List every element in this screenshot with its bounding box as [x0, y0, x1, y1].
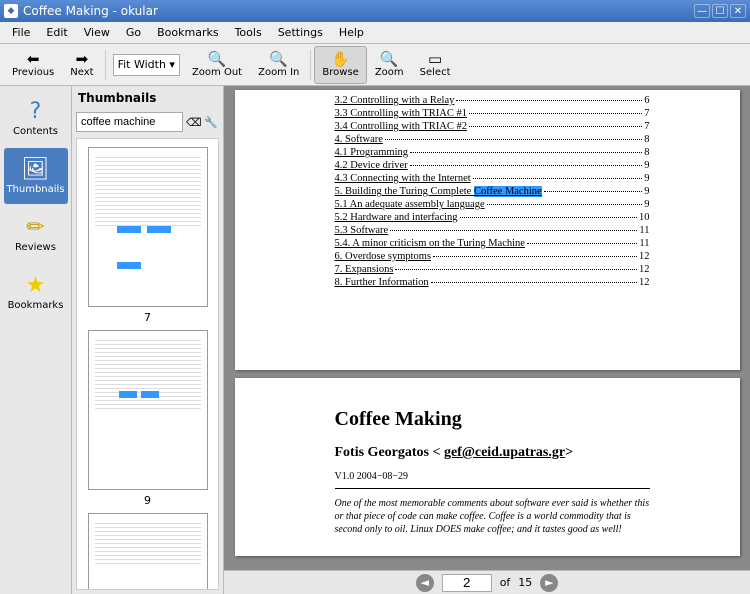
thumbnails-list[interactable]: 7 9: [76, 138, 219, 590]
menu-go[interactable]: Go: [118, 23, 149, 42]
doc-title: Coffee Making: [335, 408, 650, 431]
doc-intro: One of the most memorable comments about…: [335, 497, 650, 536]
pencil-icon: ✏: [26, 215, 44, 240]
clear-search-icon[interactable]: ⌫: [186, 116, 200, 129]
toc-entry[interactable]: 5.4. A minor criticism on the Turing Mac…: [335, 237, 650, 250]
toc-entry[interactable]: 5. Building the Turing Complete Coffee M…: [335, 185, 650, 198]
current-page-input[interactable]: [442, 574, 492, 592]
browse-button[interactable]: ✋Browse: [314, 46, 366, 84]
menu-tools[interactable]: Tools: [227, 23, 270, 42]
tab-contents[interactable]: ?Contents: [4, 90, 68, 146]
zoom-out-icon: 🔍: [208, 51, 227, 67]
toc-entry[interactable]: 5.1 An adequate assembly language9: [335, 198, 650, 211]
thumbnail-label: 9: [81, 494, 214, 507]
prev-page-button[interactable]: ◄: [416, 574, 434, 592]
thumbnails-panel: Thumbnails ⌫ 🔧 7 9: [72, 86, 224, 594]
toolbar-separator: [105, 50, 106, 80]
window-title: Coffee Making - okular: [23, 4, 692, 18]
page-navigator: ◄ of 15 ►: [224, 570, 750, 594]
toc-entry[interactable]: 4.3 Connecting with the Internet9: [335, 172, 650, 185]
side-tabs: ?Contents 🖼Thumbnails ✏Reviews ★Bookmark…: [0, 86, 72, 594]
next-page-button[interactable]: ►: [540, 574, 558, 592]
zoom-icon: 🔍: [380, 51, 399, 67]
author-email-link[interactable]: gef@ceid.upatras.gr: [444, 445, 565, 460]
thumbnail-page[interactable]: [88, 513, 208, 590]
toc-entry[interactable]: 5.2 Hardware and interfacing10: [335, 211, 650, 224]
thumbnails-icon: 🖼: [22, 157, 50, 182]
toc-entry[interactable]: 7. Expansions12: [335, 263, 650, 276]
divider: [335, 488, 650, 489]
thumbnails-search-input[interactable]: [76, 112, 183, 132]
zoom-in-icon: 🔍: [269, 51, 288, 67]
minimize-button[interactable]: —: [694, 4, 710, 18]
tab-reviews[interactable]: ✏Reviews: [4, 206, 68, 262]
search-config-icon[interactable]: 🔧: [203, 114, 219, 130]
toolbar-separator: [310, 50, 311, 80]
arrow-left-icon: ⬅: [27, 51, 40, 67]
doc-version: V1.0 2004−08−29: [335, 471, 650, 482]
next-button[interactable]: ➡Next: [62, 46, 101, 84]
doc-author: Fotis Georgatos < gef@ceid.upatras.gr>: [335, 445, 650, 461]
toc-entry[interactable]: 4. Software8: [335, 133, 650, 146]
page-of-label: of: [500, 576, 511, 589]
close-button[interactable]: ✕: [730, 4, 746, 18]
menu-view[interactable]: View: [76, 23, 118, 42]
chevron-down-icon: ▾: [169, 58, 175, 71]
thumbnails-header: Thumbnails: [72, 86, 223, 110]
menu-file[interactable]: File: [4, 23, 38, 42]
total-pages: 15: [518, 576, 532, 589]
menu-help[interactable]: Help: [331, 23, 372, 42]
previous-button[interactable]: ⬅Previous: [4, 46, 62, 84]
zoom-out-button[interactable]: 🔍Zoom Out: [184, 46, 250, 84]
document-area: 3.2 Controlling with a Relay6 3.3 Contro…: [224, 86, 750, 594]
toc-entry[interactable]: 4.2 Device driver9: [335, 159, 650, 172]
toc-entry[interactable]: 8. Further Information12: [335, 276, 650, 289]
menu-bookmarks[interactable]: Bookmarks: [149, 23, 226, 42]
titlebar: ◆ Coffee Making - okular — ☐ ✕: [0, 0, 750, 22]
zoom-in-button[interactable]: 🔍Zoom In: [250, 46, 307, 84]
menu-edit[interactable]: Edit: [38, 23, 75, 42]
thumbnail-page-9[interactable]: [88, 330, 208, 490]
page-content: Coffee Making Fotis Georgatos < gef@ceid…: [235, 378, 740, 556]
toc-entry[interactable]: 6. Overdose symptoms12: [335, 250, 650, 263]
app-icon: ◆: [4, 4, 18, 18]
arrow-right-icon: ➡: [76, 51, 89, 67]
toc-entry[interactable]: 3.3 Controlling with TRIAC #17: [335, 107, 650, 120]
toc-entry[interactable]: 3.4 Controlling with TRIAC #27: [335, 120, 650, 133]
toc-entry[interactable]: 4.1 Programming8: [335, 146, 650, 159]
page-toc: 3.2 Controlling with a Relay6 3.3 Contro…: [235, 90, 740, 370]
zoom-mode-select[interactable]: Fit Width ▾: [113, 54, 180, 76]
star-icon: ★: [26, 273, 46, 298]
toolbar: ⬅Previous ➡Next Fit Width ▾ 🔍Zoom Out 🔍Z…: [0, 44, 750, 86]
zoom-tool-button[interactable]: 🔍Zoom: [367, 46, 412, 84]
menu-settings[interactable]: Settings: [270, 23, 331, 42]
help-icon: ?: [30, 99, 42, 124]
menubar: File Edit View Go Bookmarks Tools Settin…: [0, 22, 750, 44]
tab-bookmarks[interactable]: ★Bookmarks: [4, 264, 68, 320]
thumbnail-page-7[interactable]: [88, 147, 208, 307]
select-icon: ▭: [428, 51, 442, 67]
document-scroll[interactable]: 3.2 Controlling with a Relay6 3.3 Contro…: [224, 86, 750, 570]
tab-thumbnails[interactable]: 🖼Thumbnails: [4, 148, 68, 204]
toc-entry[interactable]: 5.3 Software11: [335, 224, 650, 237]
thumbnail-label: 7: [81, 311, 214, 324]
select-button[interactable]: ▭Select: [412, 46, 459, 84]
hand-icon: ✋: [331, 51, 350, 67]
maximize-button[interactable]: ☐: [712, 4, 728, 18]
toc-entry[interactable]: 3.2 Controlling with a Relay6: [335, 94, 650, 107]
